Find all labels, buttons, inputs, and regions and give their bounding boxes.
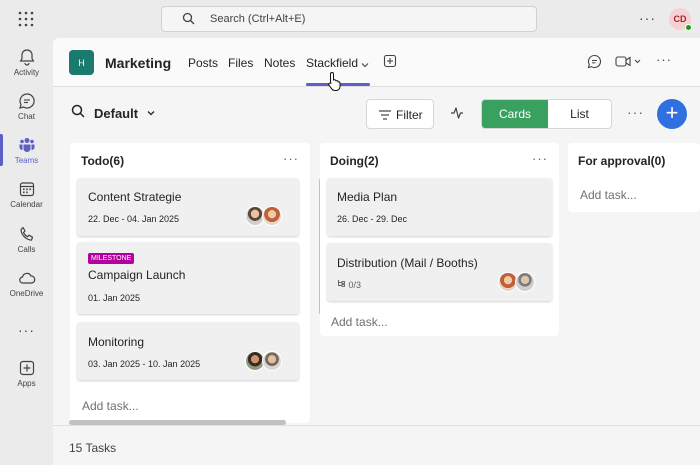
rail-label: Apps bbox=[17, 379, 36, 388]
avatar bbox=[262, 206, 282, 226]
avatar bbox=[515, 272, 535, 292]
task-date: 03. Jan 2025 - 10. Jan 2025 bbox=[88, 359, 201, 369]
subtask-icon bbox=[338, 280, 345, 287]
column-title: Doing(2) bbox=[330, 154, 379, 168]
main-content: H Marketing Posts Files Notes Stackfield… bbox=[53, 38, 700, 465]
list-view-button[interactable]: List bbox=[548, 100, 611, 128]
teams-icon bbox=[19, 138, 34, 152]
rail-label: Teams bbox=[14, 156, 39, 165]
search-box[interactable]: Search (Ctrl+Alt+E) bbox=[161, 6, 537, 32]
rail-label: Activity bbox=[13, 68, 40, 77]
view-label: Default bbox=[94, 106, 139, 121]
task-title: Monitoring bbox=[88, 335, 145, 349]
add-task-link[interactable]: Add task... bbox=[331, 315, 388, 329]
add-task-link[interactable]: Add task... bbox=[82, 399, 139, 413]
assignee-avatars bbox=[245, 206, 282, 226]
milestone-badge: MILESTONE bbox=[88, 253, 135, 264]
chevron-down-icon bbox=[147, 111, 155, 116]
rail-item-onedrive[interactable]: OneDrive bbox=[0, 263, 53, 305]
team-header: H Marketing Posts Files Notes Stackfield… bbox=[53, 38, 700, 87]
rail-item-activity[interactable]: Activity bbox=[0, 42, 53, 84]
header-more-button[interactable]: ··· bbox=[656, 52, 672, 67]
app-bar: Activity Chat Teams Calendar Calls OneDr… bbox=[0, 38, 53, 465]
tab-files[interactable]: Files bbox=[228, 56, 253, 70]
view-toggle: Cards List bbox=[481, 99, 612, 129]
filter-label: Filter bbox=[396, 108, 423, 122]
tab-notes[interactable]: Notes bbox=[264, 56, 295, 70]
footer-divider bbox=[53, 425, 700, 426]
avatar bbox=[262, 351, 282, 371]
bell-icon bbox=[19, 49, 34, 66]
task-card[interactable]: Distribution (Mail / Booths) 0/3 bbox=[327, 243, 552, 301]
rail-item-apps[interactable]: Apps bbox=[0, 353, 53, 395]
video-call-icon[interactable] bbox=[615, 54, 641, 74]
task-card[interactable]: Content Strategie 22. Dec - 04. Jan 2025 bbox=[77, 178, 299, 236]
task-count: 15 Tasks bbox=[69, 441, 117, 455]
view-selector[interactable]: Default bbox=[94, 106, 156, 121]
column-more-button[interactable]: ··· bbox=[283, 151, 299, 166]
rail-label: Calls bbox=[17, 245, 36, 254]
task-title: Media Plan bbox=[337, 190, 398, 204]
subtask-count: 0/3 bbox=[348, 280, 362, 290]
conversation-icon[interactable] bbox=[587, 54, 602, 74]
user-avatar[interactable]: CD bbox=[669, 8, 692, 31]
mouse-cursor-icon bbox=[328, 71, 341, 91]
chat-icon bbox=[18, 93, 35, 109]
column-title: For approval(0) bbox=[578, 154, 666, 168]
settings-more-button[interactable]: ··· bbox=[639, 10, 656, 26]
chevron-down-icon[interactable] bbox=[360, 57, 370, 75]
add-task-link[interactable]: Add task... bbox=[580, 188, 637, 202]
team-name: Marketing bbox=[105, 55, 172, 71]
presence-available-icon bbox=[685, 24, 692, 31]
user-initials: CD bbox=[673, 14, 687, 24]
task-date: 01. Jan 2025 bbox=[88, 293, 141, 303]
rail-item-calendar[interactable]: Calendar bbox=[0, 174, 53, 216]
assignee-avatars bbox=[498, 272, 535, 292]
phone-icon bbox=[19, 226, 33, 241]
tab-stackfield[interactable]: Stackfield bbox=[306, 56, 358, 70]
task-card[interactable]: Media Plan 26. Dec - 29. Dec bbox=[327, 178, 552, 236]
task-title: Campaign Launch bbox=[88, 268, 186, 282]
more-apps-button[interactable]: ··· bbox=[18, 322, 35, 338]
assignee-avatars bbox=[245, 351, 282, 371]
add-task-button[interactable]: + bbox=[657, 99, 687, 129]
tab-posts[interactable]: Posts bbox=[188, 56, 218, 70]
column-title: Todo(6) bbox=[81, 154, 125, 168]
board-column-todo: Todo(6) ··· Content Strategie 22. Dec - … bbox=[70, 143, 324, 423]
column-more-button[interactable]: ··· bbox=[532, 151, 548, 166]
add-tab-icon[interactable] bbox=[383, 54, 397, 73]
filter-icon bbox=[379, 110, 391, 120]
search-icon[interactable] bbox=[71, 104, 85, 123]
search-placeholder: Search (Ctrl+Alt+E) bbox=[210, 13, 306, 25]
rail-label: Calendar bbox=[10, 200, 43, 209]
activity-pulse-icon[interactable] bbox=[450, 106, 464, 125]
title-bar: Search (Ctrl+Alt+E) ··· CD bbox=[0, 0, 700, 38]
task-date: 22. Dec - 04. Jan 2025 bbox=[88, 214, 180, 224]
app-launcher-icon[interactable] bbox=[18, 11, 34, 27]
task-title: Content Strategie bbox=[88, 190, 182, 204]
toolbar-more-button[interactable]: ··· bbox=[627, 104, 644, 120]
add-app-icon bbox=[19, 360, 34, 376]
board-column-doing: Doing(2) ··· Media Plan 26. Dec - 29. De… bbox=[320, 143, 559, 336]
rail-item-calls[interactable]: Calls bbox=[0, 219, 53, 261]
rail-item-teams[interactable]: Teams bbox=[0, 130, 53, 172]
task-card[interactable]: MILESTONE Campaign Launch 01. Jan 2025 bbox=[77, 242, 299, 314]
calendar-icon bbox=[19, 182, 34, 197]
team-avatar: H bbox=[69, 50, 94, 75]
task-title: Distribution (Mail / Booths) bbox=[337, 256, 478, 270]
task-date: 26. Dec - 29. Dec bbox=[337, 214, 408, 224]
search-icon bbox=[182, 12, 195, 30]
rail-label: OneDrive bbox=[9, 289, 44, 298]
rail-label: Chat bbox=[18, 112, 35, 121]
board-column-for-approval: For approval(0) Add task... bbox=[568, 143, 700, 212]
subtask-counter: 0/3 bbox=[337, 279, 361, 290]
cards-view-button[interactable]: Cards bbox=[482, 100, 548, 128]
cloud-icon bbox=[18, 272, 35, 284]
filter-button[interactable]: Filter bbox=[366, 99, 434, 129]
rail-item-chat[interactable]: Chat bbox=[0, 86, 53, 128]
task-card[interactable]: Monitoring 03. Jan 2025 - 10. Jan 2025 bbox=[77, 322, 299, 380]
